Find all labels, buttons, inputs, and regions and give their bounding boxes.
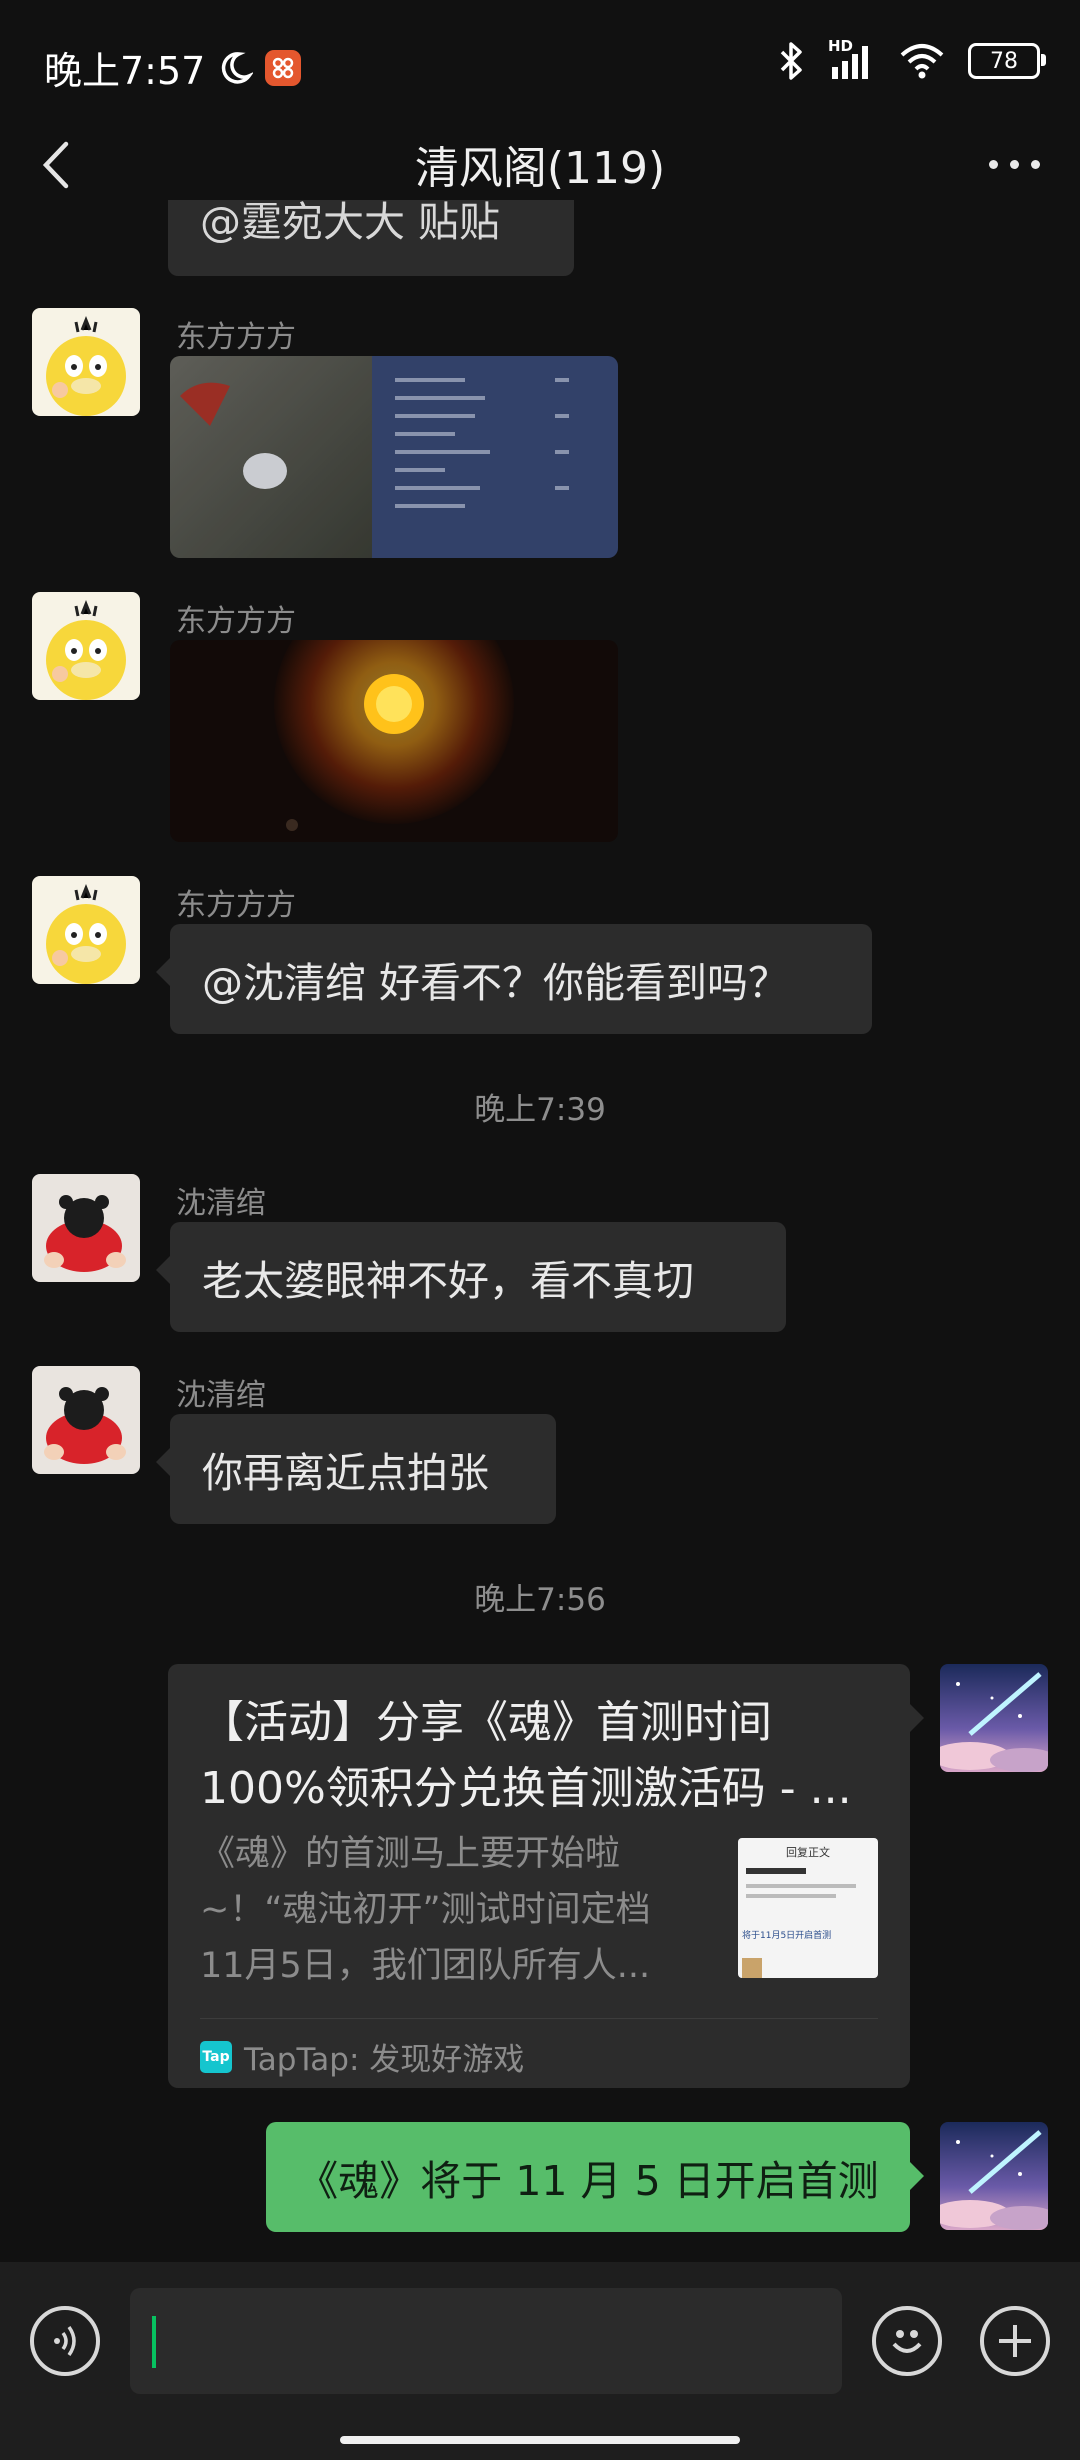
avatar-psyduck[interactable] (32, 592, 140, 700)
avatar-psyduck[interactable] (32, 308, 140, 416)
message-bubble[interactable]: @沈清绾 好看不？你能看到吗？ (156, 924, 872, 1034)
avatar-psyduck[interactable] (32, 876, 140, 984)
status-bar-left: 晚上7:57 (44, 40, 302, 95)
text-cursor (152, 2316, 156, 2368)
plus-icon (999, 2325, 1031, 2357)
link-card-message[interactable]: 【活动】分享《魂》首测时间100%领积分兑换首测激活码 - ... 《魂》的首测… (168, 1664, 924, 2088)
message-image-screenshot[interactable] (170, 356, 618, 558)
bluetooth-icon (780, 42, 802, 80)
sender-name: 东方方方 (176, 888, 296, 923)
link-card-source: Tap TapTap: 发现好游戏 (200, 2034, 524, 2079)
message-timestamp: 晚上7:39 (474, 1092, 606, 1128)
emoji-button[interactable] (872, 2306, 942, 2376)
avatar-girl[interactable] (32, 1366, 140, 1474)
wifi-icon (900, 44, 944, 79)
partial-message-clip: @霆宛大大 贴贴 (168, 200, 574, 276)
voice-icon (54, 2325, 76, 2357)
sender-name: 沈清绾 (176, 1378, 266, 1413)
status-bar-right: HD 78 (776, 37, 1046, 82)
sender-name: 东方方方 (176, 320, 296, 355)
message-input[interactable] (130, 2288, 842, 2394)
sender-name: 东方方方 (176, 604, 296, 639)
sender-name: 沈清绾 (176, 1186, 266, 1221)
app-notification-icon (265, 49, 302, 86)
avatar-self-starry[interactable] (940, 2122, 1048, 2230)
taptap-logo-icon: Tap (200, 2040, 232, 2073)
moon-icon (222, 51, 254, 84)
message-bubble[interactable]: 你再离近点拍张 (156, 1414, 556, 1524)
link-card-divider (200, 2018, 878, 2019)
more-options-icon[interactable] (989, 160, 1040, 169)
chat-title: 清风阁(119) (414, 143, 666, 194)
link-card-title: 【活动】分享《魂》首测时间100%领积分兑换首测激活码 - ... (200, 1697, 852, 1814)
message-bubble-partial[interactable]: @霆宛大大 贴贴 (168, 200, 574, 276)
signal-icon: HD (828, 37, 876, 81)
message-bubble[interactable]: 老太婆眼神不好，看不真切 (156, 1222, 786, 1332)
status-time: 晚上7:57 (44, 49, 206, 93)
avatar-girl[interactable] (32, 1174, 140, 1282)
battery-icon: 78 (968, 43, 1046, 79)
link-card-description: 《魂》的首测马上要开始啦~！“魂沌初开”测试时间定档11月5日，我们团队所有人.… (200, 1834, 651, 1986)
message-timestamp: 晚上7:56 (474, 1582, 606, 1618)
link-card-thumbnail: 回复正文 将于11月5日开启首测 (738, 1838, 878, 1978)
voice-input-button[interactable] (30, 2306, 100, 2376)
smiley-icon (892, 2330, 922, 2353)
home-indicator[interactable] (340, 2436, 740, 2444)
more-functions-button[interactable] (980, 2306, 1050, 2376)
my-message-bubble[interactable]: 《魂》将于 11 月 5 日开启首测 (266, 2122, 924, 2232)
message-image-moon[interactable] (170, 640, 618, 842)
avatar-self-starry[interactable] (940, 1664, 1048, 1772)
